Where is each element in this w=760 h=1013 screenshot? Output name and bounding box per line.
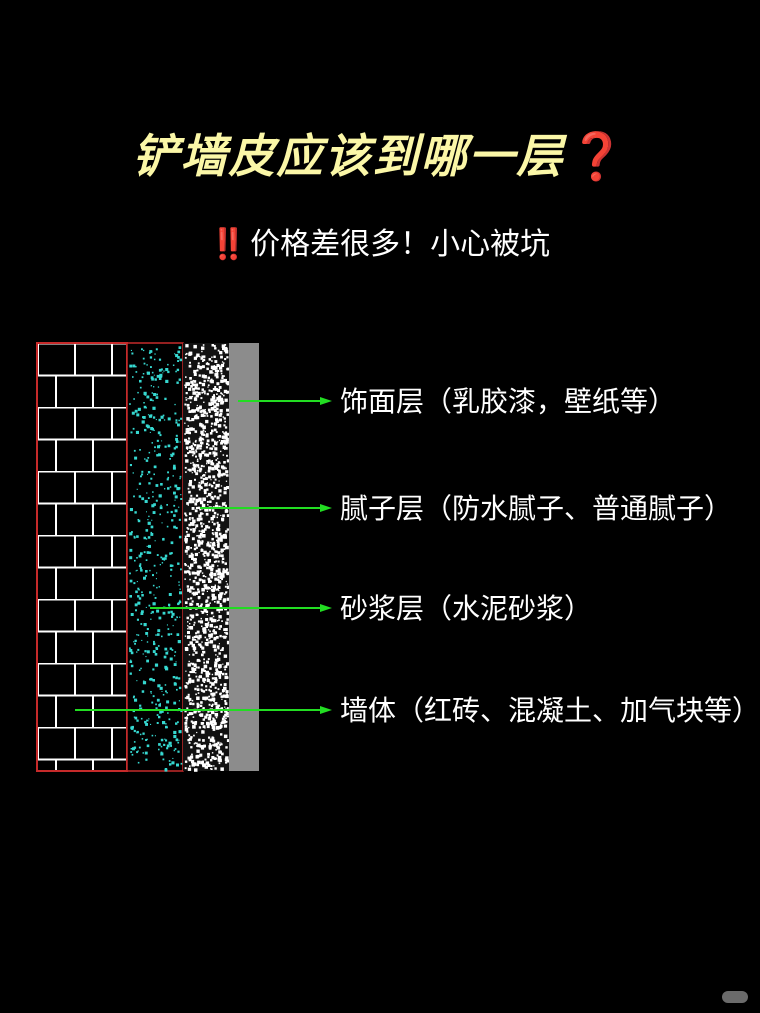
finish-layer — [229, 343, 259, 771]
arrow-head-icon — [320, 397, 332, 405]
label-wall-layer: 墙体（红砖、混凝土、加气块等） — [340, 694, 760, 727]
brick-wall-layer — [36, 342, 128, 772]
label-putty-layer: 腻子层（防水腻子、普通腻子） — [340, 492, 733, 525]
arrow-head-icon — [320, 504, 332, 512]
label-finish-layer: 饰面层（乳胶漆，壁纸等） — [340, 385, 677, 418]
app-watermark-icon — [722, 991, 748, 1003]
label-mortar-layer: 砂浆层（水泥砂浆） — [340, 592, 593, 625]
arrow-head-icon — [320, 604, 332, 612]
arrow-head-icon — [320, 706, 332, 714]
